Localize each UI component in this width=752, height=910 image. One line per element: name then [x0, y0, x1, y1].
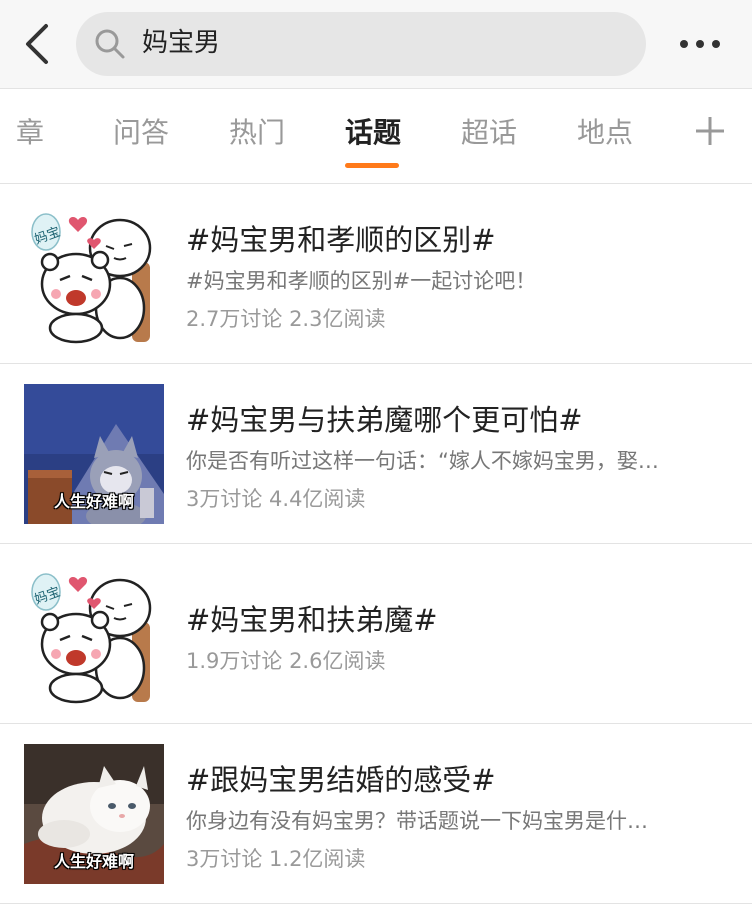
tab-super-topic[interactable]: 超话 [461, 113, 517, 153]
topic-description: 你是否有听过这样一句话：“嫁人不嫁妈宝男，娶… [186, 449, 659, 473]
topic-title: #妈宝男和扶弟魔# [186, 603, 438, 637]
topic-stats: 3万讨论 4.4亿阅读 [186, 487, 366, 511]
topic-title: #跟妈宝男结婚的感受# [186, 763, 496, 797]
tab-qa[interactable]: 问答 [113, 113, 169, 153]
search-icon [95, 29, 125, 59]
tab-topic[interactable]: 话题 [345, 113, 401, 153]
tab-location[interactable]: 地点 [577, 113, 633, 153]
meme-caption: 人生好难啊 [53, 492, 134, 511]
topic-description: 你身边有没有妈宝男？带话题说一下妈宝男是什… [186, 809, 648, 833]
active-tab-indicator [345, 163, 399, 168]
back-button[interactable] [18, 20, 58, 68]
chevron-left-icon [26, 24, 48, 64]
topic-row[interactable]: 人生好难啊 #跟妈宝男结婚的感受# 你身边有没有妈宝男？带话题说一下妈宝男是什…… [0, 724, 752, 904]
topic-stats: 1.9万讨论 2.6亿阅读 [186, 649, 386, 673]
topic-row[interactable]: 妈宝 #妈宝男和孝顺的区别# #妈宝男和孝顺的区别#一起讨论吧！ 2.7万讨论 … [0, 184, 752, 364]
search-query: 妈宝男 [142, 28, 221, 58]
topic-stats: 3万讨论 1.2亿阅读 [186, 847, 366, 871]
topic-title: #妈宝男与扶弟魔哪个更可怕# [186, 403, 583, 437]
cartoon-bear-sticker-icon: 妈宝 [24, 204, 164, 344]
topic-description: #妈宝男和孝顺的区别#一起讨论吧！ [186, 269, 537, 293]
white-cat-photo-icon: 人生好难啊 [24, 744, 164, 884]
topic-row[interactable]: 妈宝 #妈宝男和扶弟魔# 1.9万讨论 2.6亿阅读 [0, 544, 752, 724]
topic-stats: 2.7万讨论 2.3亿阅读 [186, 307, 386, 331]
tom-cat-meme-icon: 人生好难啊 [24, 384, 164, 524]
plus-icon [696, 117, 724, 145]
cartoon-bear-sticker-icon: 妈宝 [24, 564, 164, 704]
search-tab-bar: 章 问答 热门 话题 超话 地点 [0, 88, 752, 184]
meme-caption: 人生好难啊 [53, 852, 134, 871]
tab-article[interactable]: 章 [16, 113, 44, 153]
topic-title: #妈宝男和孝顺的区别# [186, 223, 496, 257]
add-tab-button[interactable] [694, 109, 726, 153]
topic-row[interactable]: 人生好难啊 #妈宝男与扶弟魔哪个更可怕# 你是否有听过这样一句话：“嫁人不嫁妈宝… [0, 364, 752, 544]
more-button[interactable] [676, 24, 724, 64]
tab-hot[interactable]: 热门 [229, 113, 285, 153]
search-input[interactable]: 妈宝男 [76, 12, 646, 76]
search-header: 妈宝男 [0, 0, 752, 88]
